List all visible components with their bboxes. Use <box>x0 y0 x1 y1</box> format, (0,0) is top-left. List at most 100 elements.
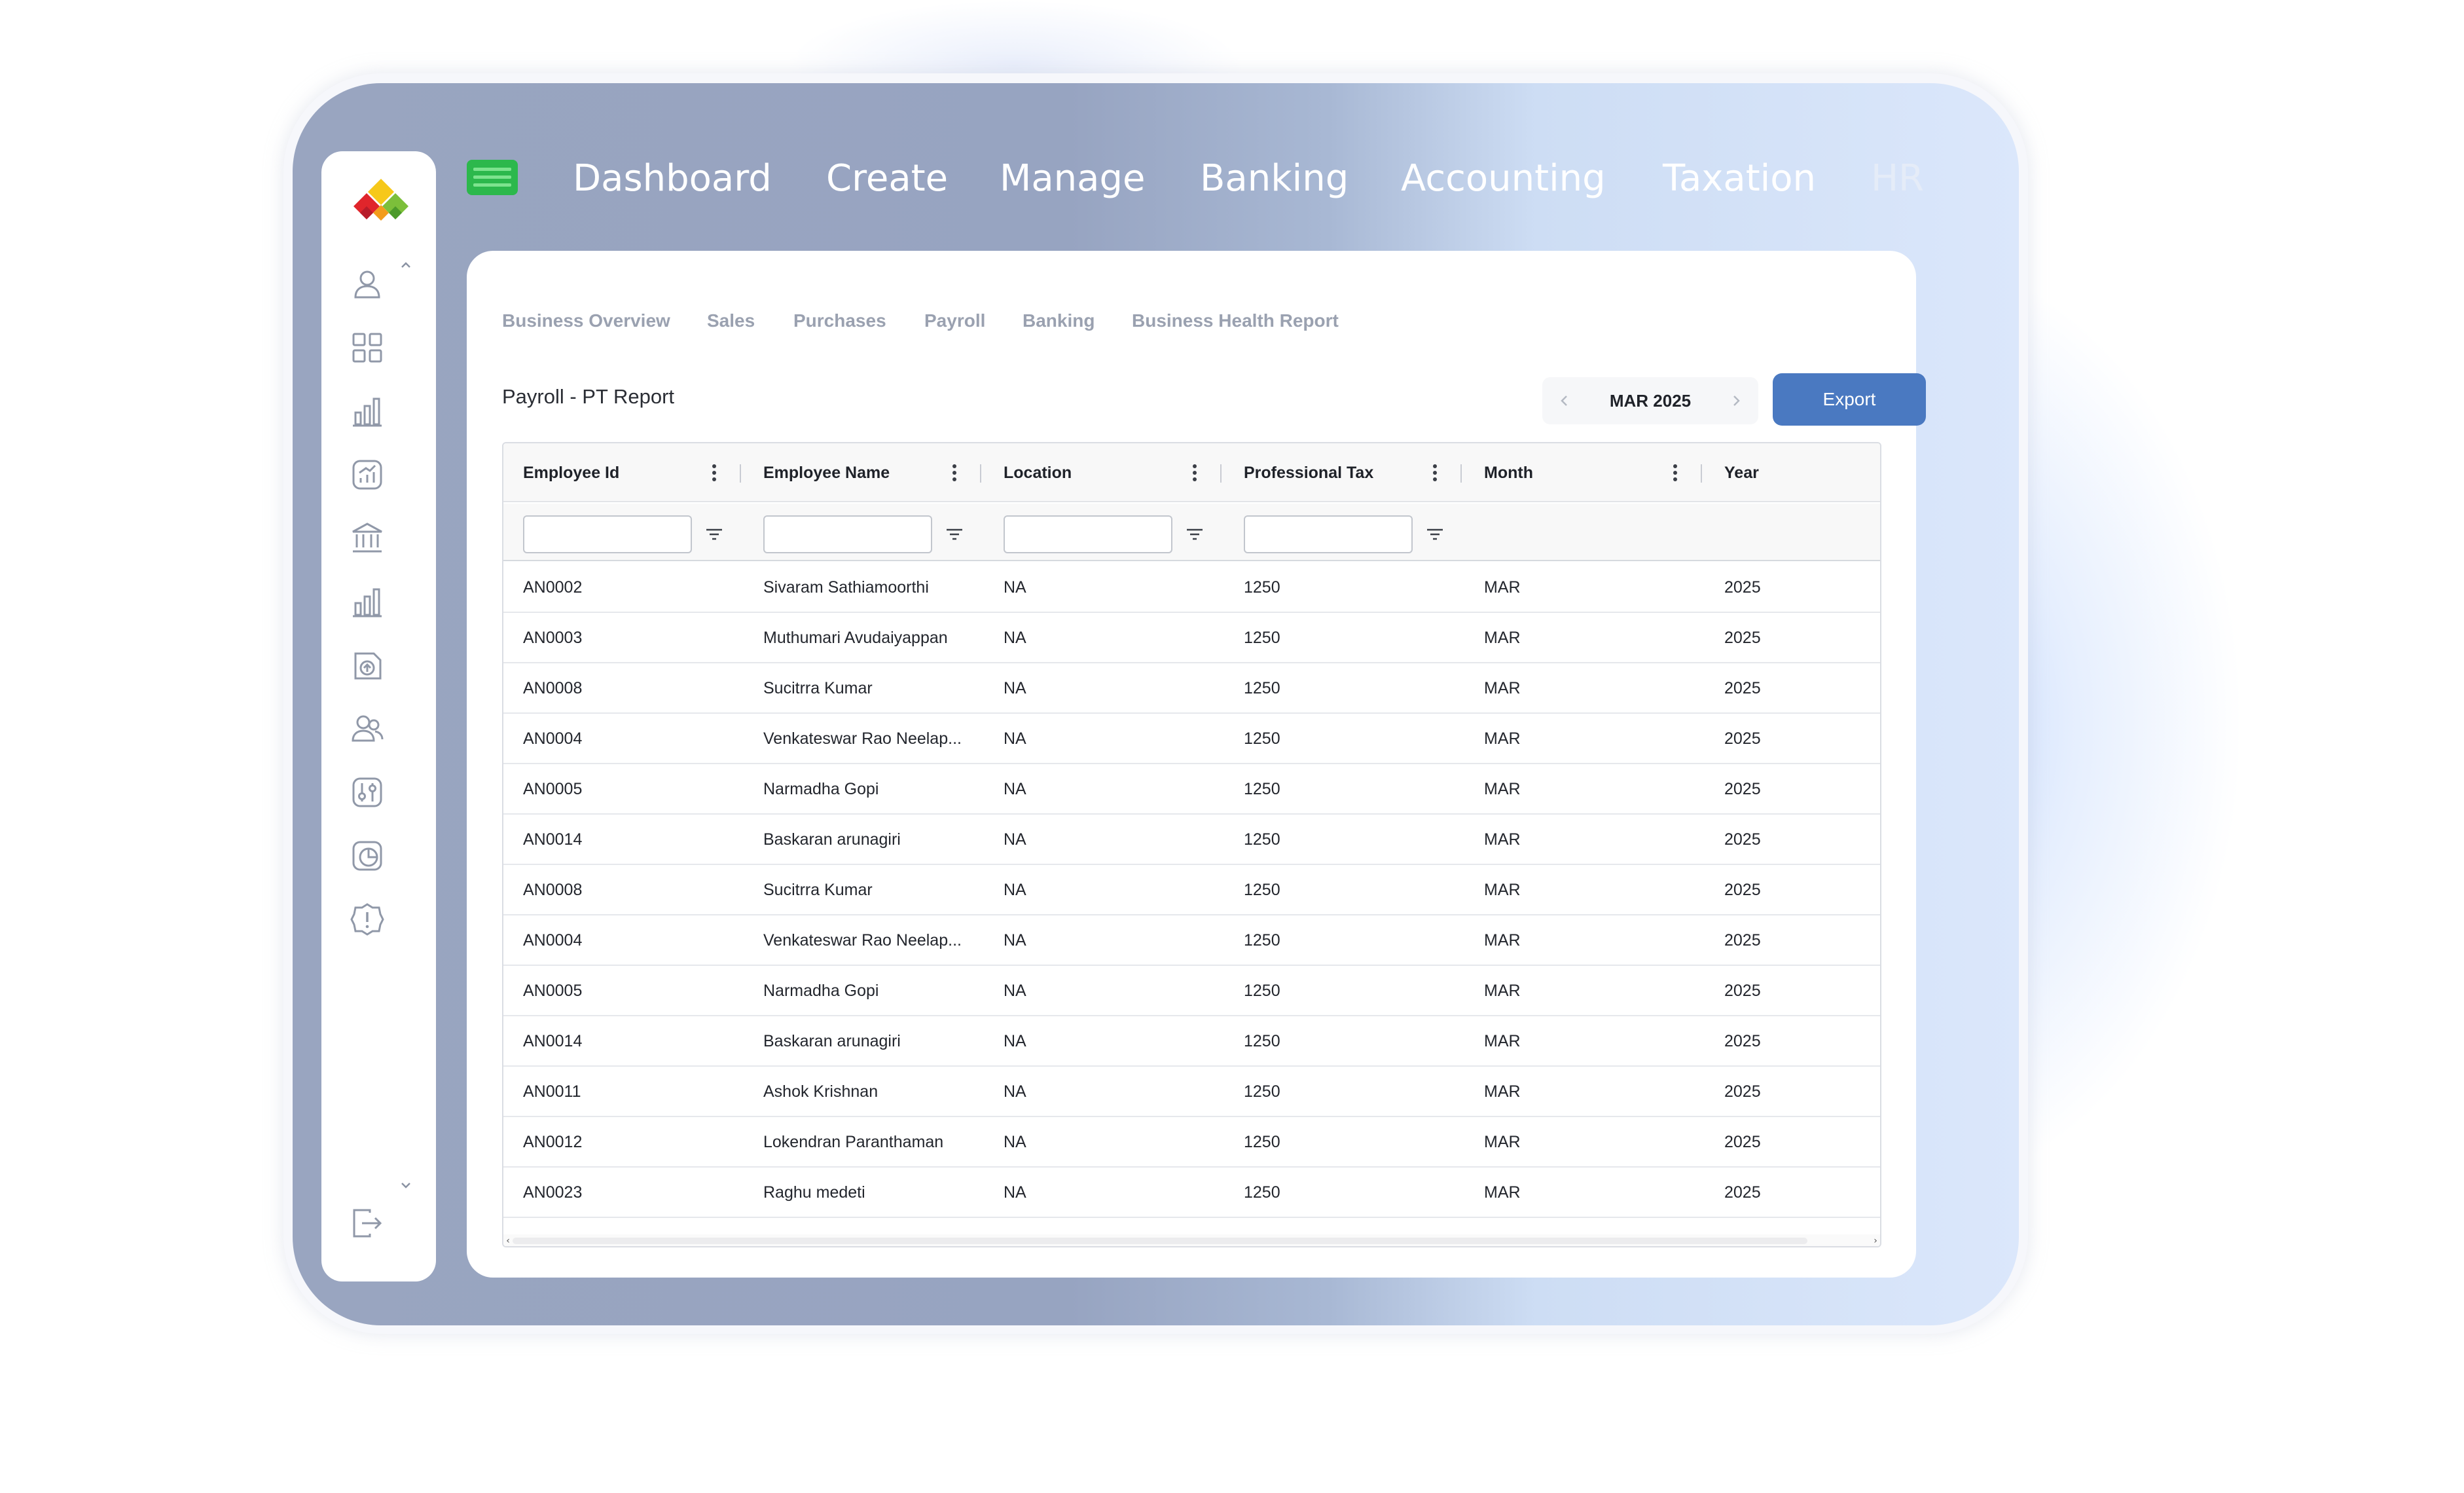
analytics-icon[interactable] <box>349 456 386 493</box>
filter-icon[interactable] <box>703 523 725 545</box>
scroll-right-icon[interactable]: › <box>1871 1236 1880 1246</box>
cell-year: 2025 <box>1724 629 1761 647</box>
table-row[interactable]: AN0014 Baskaran arunagiri NA 1250 MAR 2025 <box>503 1016 1880 1067</box>
cell-employee-name: Lokendran Paranthaman <box>763 1133 944 1151</box>
scroll-left-icon[interactable]: ‹ <box>503 1236 513 1246</box>
cell-month: MAR <box>1484 729 1521 748</box>
table-row[interactable]: AN0003 Muthumari Avudaiyappan NA 1250 MAR 202… <box>503 613 1880 663</box>
nav-dashboard[interactable]: Dashboard <box>573 152 772 206</box>
column-header-month[interactable]: Month <box>1484 443 1533 502</box>
column-header-location[interactable]: Location <box>1004 443 1072 502</box>
sidebar-scroll-down-icon[interactable] <box>396 1175 416 1195</box>
cell-employee-id: AN0003 <box>523 629 583 647</box>
alert-icon[interactable] <box>349 901 386 938</box>
column-header-professional-tax[interactable]: Professional Tax <box>1244 443 1373 502</box>
cell-employee-id: AN0014 <box>523 1032 583 1050</box>
column-separator[interactable] <box>1220 464 1222 483</box>
sidebar-scroll-up-icon[interactable] <box>396 255 416 275</box>
settings-sliders-icon[interactable] <box>349 774 386 811</box>
grid-icon[interactable] <box>349 329 386 366</box>
cell-month: MAR <box>1484 830 1521 849</box>
cell-professional-tax: 1250 <box>1244 780 1280 798</box>
column-menu-icon[interactable] <box>1667 461 1683 485</box>
tab-banking[interactable]: Banking <box>1023 310 1095 331</box>
nav-accounting[interactable]: Accounting <box>1401 152 1606 206</box>
scrollbar-thumb[interactable] <box>513 1238 1807 1244</box>
bar-chart-icon[interactable] <box>349 393 386 430</box>
cell-month: MAR <box>1484 1133 1521 1151</box>
table-row[interactable]: AN0005 Narmadha Gopi NA 1250 MAR 2025 <box>503 764 1880 815</box>
horizontal-scrollbar[interactable]: ‹ › <box>503 1234 1880 1246</box>
cell-employee-name: Sucitrra Kumar <box>763 679 873 697</box>
nav-banking[interactable]: Banking <box>1200 152 1349 206</box>
employee-id-filter-input[interactable] <box>523 515 692 553</box>
column-separator[interactable] <box>980 464 981 483</box>
table-row[interactable]: AN0014 Baskaran arunagiri NA 1250 MAR 2025 <box>503 815 1880 865</box>
cell-location: NA <box>1004 780 1026 798</box>
table-row[interactable]: AN0004 Venkateswar Rao Neelap... NA 1250 MAR… <box>503 714 1880 764</box>
table-row[interactable]: AN0023 Raghu medeti NA 1250 MAR 2025 <box>503 1168 1880 1218</box>
brand-logo <box>347 177 416 235</box>
tab-sales[interactable]: Sales <box>707 310 755 331</box>
cell-employee-name: Sucitrra Kumar <box>763 881 873 899</box>
tab-business-health-report[interactable]: Business Health Report <box>1132 310 1339 331</box>
tab-payroll[interactable]: Payroll <box>924 310 985 331</box>
users-icon[interactable] <box>349 710 386 747</box>
column-separator[interactable] <box>740 464 741 483</box>
upload-icon[interactable] <box>349 647 386 684</box>
tab-purchases[interactable]: Purchases <box>793 310 886 331</box>
nav-create[interactable]: Create <box>826 152 948 206</box>
hamburger-menu-icon[interactable] <box>467 160 518 195</box>
table-row[interactable]: AN0012 Lokendran Paranthaman NA 1250 MAR 2025 <box>503 1117 1880 1168</box>
cell-employee-name: Ashok Krishnan <box>763 1082 879 1101</box>
pie-chart-icon[interactable] <box>349 838 386 874</box>
professional-tax-filter-input[interactable] <box>1244 515 1413 553</box>
table-row[interactable]: AN0008 Sucitrra Kumar NA 1250 MAR 2025 <box>503 865 1880 915</box>
export-button[interactable]: Export <box>1773 373 1926 426</box>
filter-icon[interactable] <box>1184 523 1206 545</box>
cell-year: 2025 <box>1724 982 1761 1000</box>
cell-employee-id: AN0008 <box>523 881 583 899</box>
bank-icon[interactable] <box>349 520 386 557</box>
reports-icon[interactable] <box>349 583 386 620</box>
column-header-year[interactable]: Year <box>1724 443 1759 502</box>
cell-employee-name: Venkateswar Rao Neelap... <box>763 931 962 949</box>
pt-report-table: Employee Id Employee Name Location Profe… <box>502 442 1881 1247</box>
nav-hr[interactable]: HR <box>1871 152 1924 206</box>
column-menu-icon[interactable] <box>706 461 722 485</box>
table-row[interactable]: AN0004 Venkateswar Rao Neelap... NA 1250 MAR… <box>503 915 1880 966</box>
column-menu-icon[interactable] <box>947 461 962 485</box>
cell-year: 2025 <box>1724 881 1761 899</box>
tab-business-overview[interactable]: Business Overview <box>502 310 670 331</box>
table-row[interactable]: AN0002 Sivaram Sathiamoorthi NA 1250 MAR 2025 <box>503 562 1880 613</box>
cell-month: MAR <box>1484 679 1521 697</box>
user-icon[interactable] <box>349 266 386 303</box>
column-menu-icon[interactable] <box>1187 461 1203 485</box>
cell-employee-name: Venkateswar Rao Neelap... <box>763 729 962 748</box>
column-header-employee-name[interactable]: Employee Name <box>763 443 890 502</box>
cell-year: 2025 <box>1724 931 1761 949</box>
location-filter-input[interactable] <box>1004 515 1172 553</box>
column-separator[interactable] <box>1460 464 1462 483</box>
table-row[interactable]: AN0011 Ashok Krishnan NA 1250 MAR 2025 <box>503 1067 1880 1117</box>
nav-manage[interactable]: Manage <box>1000 152 1145 206</box>
cell-professional-tax: 1250 <box>1244 982 1280 1000</box>
column-menu-icon[interactable] <box>1427 461 1443 485</box>
cell-professional-tax: 1250 <box>1244 1082 1280 1101</box>
cell-employee-name: Narmadha Gopi <box>763 780 879 798</box>
chevron-right-icon[interactable] <box>1724 389 1748 413</box>
filter-icon[interactable] <box>1424 523 1446 545</box>
column-header-employee-id[interactable]: Employee Id <box>523 443 619 502</box>
filter-icon[interactable] <box>943 523 966 545</box>
logout-icon[interactable] <box>349 1205 386 1242</box>
cell-employee-id: AN0012 <box>523 1133 583 1151</box>
table-row[interactable]: AN0005 Narmadha Gopi NA 1250 MAR 2025 <box>503 966 1880 1016</box>
employee-name-filter-input[interactable] <box>763 515 932 553</box>
cell-employee-id: AN0008 <box>523 679 583 697</box>
column-separator[interactable] <box>1701 464 1702 483</box>
cell-professional-tax: 1250 <box>1244 679 1280 697</box>
table-row[interactable]: AN0008 Sucitrra Kumar NA 1250 MAR 2025 <box>503 663 1880 714</box>
nav-taxation[interactable]: Taxation <box>1663 152 1816 206</box>
cell-location: NA <box>1004 881 1026 899</box>
cell-year: 2025 <box>1724 830 1761 849</box>
